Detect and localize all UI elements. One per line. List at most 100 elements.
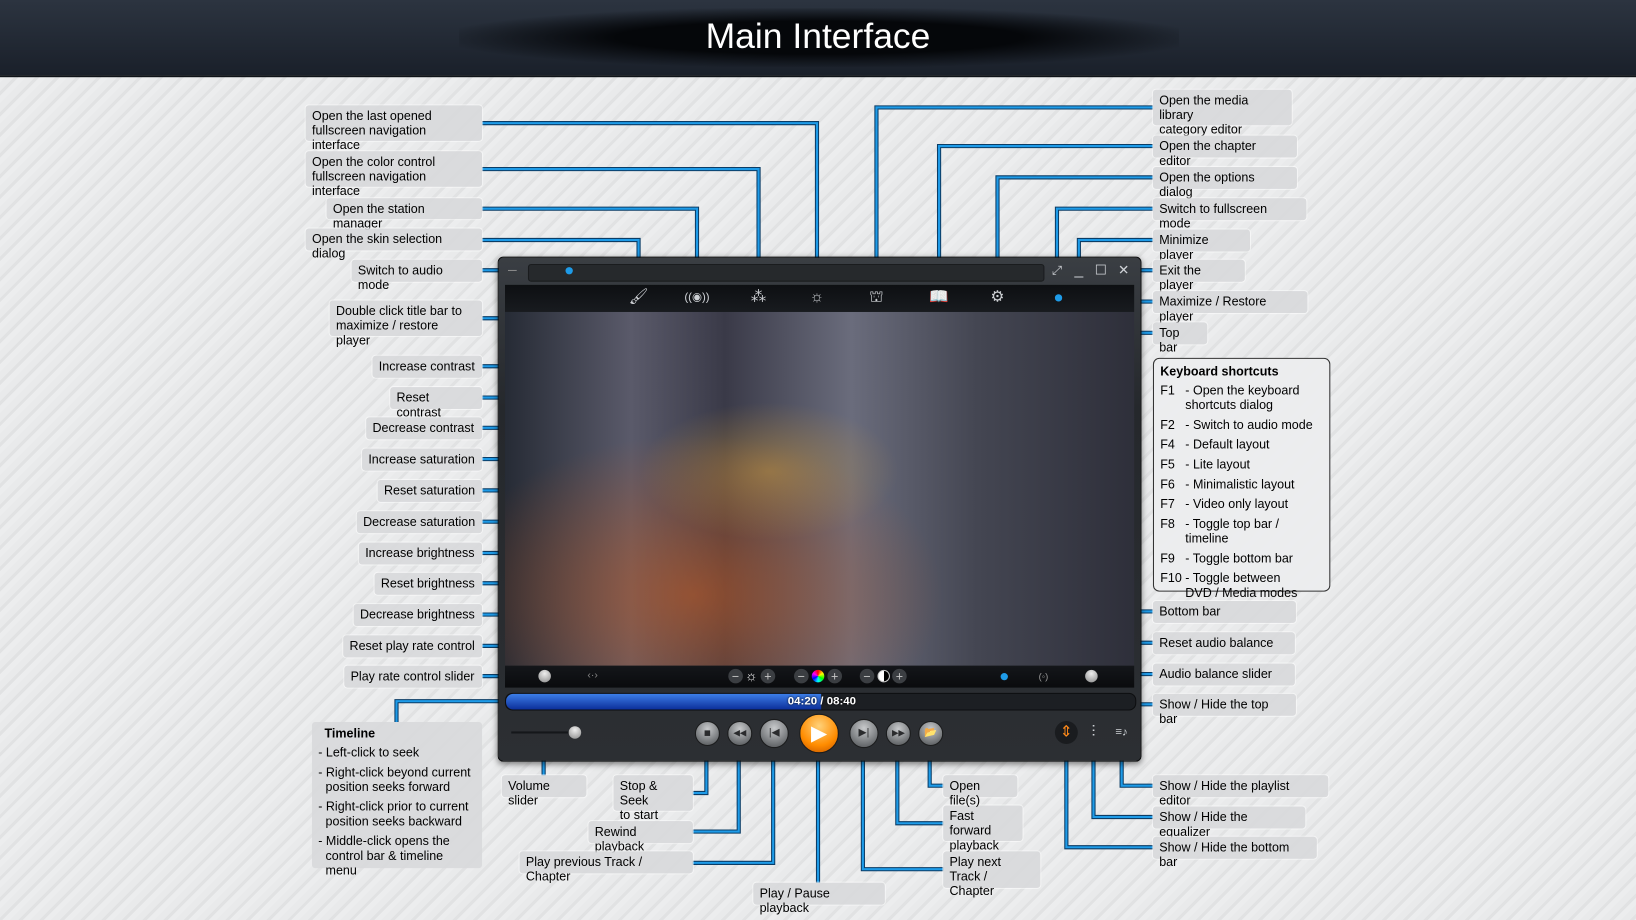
shortcut-row: F9 - Toggle bottom bar — [1160, 551, 1323, 566]
left-label: Decrease contrast — [366, 417, 483, 440]
increase-brightness-button[interactable]: + — [760, 668, 776, 684]
fast-forward-button[interactable]: ▶▶ — [885, 720, 911, 747]
decrease-saturation-button[interactable]: − — [794, 668, 809, 684]
keyboard-shortcuts-box: Keyboard shortcuts F1 - Open the keyboard… — [1152, 357, 1331, 600]
left-label: Reset play rate control — [343, 635, 483, 658]
shortcut-key: F4 — [1160, 437, 1175, 452]
right-label: Bottom bar — [1152, 600, 1296, 623]
shortcut-desc: - Lite layout — [1185, 457, 1251, 472]
right-label: Audio balance slider — [1152, 663, 1295, 686]
right-label: Open the options dialog — [1152, 166, 1297, 199]
shortcut-key: F1 — [1160, 382, 1175, 398]
playlist-icon[interactable]: ≡♪ — [1110, 724, 1133, 741]
right-label: Open the chapter editor — [1152, 135, 1297, 168]
reset-saturation-icon[interactable] — [811, 669, 825, 683]
left-label: Decrease brightness — [353, 604, 483, 627]
rewind-button[interactable]: ◀◀ — [727, 720, 753, 747]
library-icon[interactable]: ⛫ — [865, 289, 888, 306]
play-pause-button[interactable]: ▶ — [799, 713, 839, 754]
left-label: Reset contrast — [390, 387, 483, 419]
title-bar[interactable] — [527, 263, 1045, 282]
video-area[interactable] — [505, 311, 1135, 666]
shortcut-row: F5 - Lite layout — [1160, 457, 1323, 472]
left-label: Decrease saturation — [356, 511, 483, 534]
station-icon[interactable]: ((◉)) — [678, 289, 716, 306]
timeline-progress — [506, 693, 821, 710]
minimize-icon[interactable]: _ — [1067, 261, 1090, 279]
open-files-button[interactable]: 📂 — [918, 720, 944, 747]
pointer-dot — [1054, 293, 1062, 302]
close-icon[interactable]: ✕ — [1112, 262, 1135, 279]
play-rate-slider[interactable] — [538, 669, 551, 683]
shortcut-desc: - Toggle top bar / timeline — [1185, 516, 1280, 546]
shortcut-key: F10 — [1160, 570, 1182, 586]
fullscreen-icon[interactable]: ⤢ — [1045, 262, 1068, 279]
shortcut-key: F7 — [1160, 496, 1175, 512]
timeline-tip: - Right-click beyond current position se… — [318, 764, 471, 795]
reset-play-rate-icon[interactable]: ‹·› — [581, 668, 604, 685]
shortcut-desc: - Toggle between DVD / Media modes — [1185, 570, 1298, 600]
previous-button[interactable]: |◀ — [759, 718, 789, 749]
reset-brightness-icon[interactable]: ☼ — [740, 668, 763, 685]
timeline-tip: - Left-click to seek — [318, 744, 420, 760]
reset-contrast-icon[interactable] — [877, 669, 891, 683]
shortcut-row: F10- Toggle between DVD / Media modes — [1160, 571, 1323, 600]
maximize-icon[interactable]: ☐ — [1089, 262, 1112, 279]
right-label: Reset audio balance — [1152, 632, 1295, 655]
bottom-label: Play / Pause playback — [753, 882, 885, 915]
next-button[interactable]: ▶| — [849, 718, 879, 749]
timeline[interactable]: 04:20 / 08:40 — [505, 692, 1137, 711]
bottom-label: Stop & Seek to start — [613, 775, 693, 822]
reset-audio-balance-icon[interactable]: (◦) — [1032, 668, 1055, 685]
shortcut-desc: - Toggle bottom bar — [1185, 550, 1293, 566]
increase-contrast-button[interactable]: + — [892, 668, 907, 684]
left-label: Open the last opened fullscreen navigati… — [305, 105, 483, 152]
timeline-info-box: Timeline - Left-click to seek - Right-cli… — [311, 722, 483, 877]
brush-icon[interactable]: 🖌 — [627, 289, 650, 306]
bottom-label: Volume slider — [501, 775, 587, 808]
shortcut-desc: - Switch to audio mode — [1185, 417, 1313, 432]
keyboard-title: Keyboard shortcuts — [1160, 364, 1279, 379]
right-label: Show / Hide the bottom bar — [1152, 836, 1317, 869]
shortcut-desc: - Video only layout — [1185, 496, 1289, 512]
shortcut-desc: - Default layout — [1185, 437, 1270, 452]
chapter-book-icon[interactable]: 📖 — [928, 289, 951, 306]
shortcut-row: F8 - Toggle top bar / timeline — [1160, 516, 1323, 545]
pointer-dot — [1000, 672, 1008, 680]
shortcut-row: F4 - Default layout — [1160, 437, 1323, 452]
right-label: Show / Hide the playlist editor — [1152, 775, 1329, 808]
volume-slider-track[interactable] — [511, 731, 574, 734]
toggle-top-bar-icon[interactable]: ⇕ — [1054, 720, 1078, 744]
right-label: Show / Hide the equalizer — [1152, 806, 1306, 839]
right-label: Open the media library category editor — [1152, 89, 1292, 137]
timeline-tip: - Right-click prior to current position … — [318, 799, 469, 829]
navigation-icon[interactable]: ☼ — [806, 289, 829, 306]
audio-mode-button[interactable]: – — [501, 261, 524, 279]
equalizer-icon[interactable]: ⫶ — [1082, 724, 1105, 741]
left-label: Reset brightness — [374, 572, 483, 595]
increase-saturation-button[interactable]: + — [827, 668, 843, 684]
timeline-tip: - Middle-click opens the control bar & t… — [318, 833, 450, 878]
diagram: Main Interface 04:20 / 08:40 – ⤢ _ ☐ ✕ 🖌 ((◉))… — [0, 0, 1636, 920]
pointer-dot — [565, 266, 573, 274]
bottom-label: Rewind playback — [588, 821, 693, 854]
shortcut-key: F2 — [1160, 417, 1175, 432]
decrease-contrast-button[interactable]: − — [859, 668, 875, 684]
shortcut-row: F7 - Video only layout — [1160, 497, 1323, 512]
left-label: Open the station manager — [326, 198, 483, 231]
gear-icon[interactable]: ⚙ — [986, 289, 1009, 306]
bottom-label: Play next Track / Chapter — [943, 851, 1041, 898]
shortcut-key: F9 — [1160, 550, 1175, 566]
left-label: Increase saturation — [362, 448, 483, 471]
left-label: Open the skin selection dialog — [305, 228, 483, 261]
volume-slider[interactable] — [568, 726, 582, 739]
left-label: Increase brightness — [358, 542, 483, 565]
shortcut-row: F1 - Open the keyboard shortcuts dialog — [1160, 383, 1323, 412]
stop-button[interactable]: ■ — [694, 720, 720, 747]
audio-balance-slider[interactable] — [1085, 669, 1098, 683]
left-label: Open the color control fullscreen naviga… — [305, 151, 483, 198]
color-circles-icon[interactable]: ⁂ — [747, 289, 770, 306]
shortcut-row: F6 - Minimalistic layout — [1160, 477, 1323, 492]
bottom-label: Play previous Track / Chapter — [519, 851, 693, 884]
shortcut-desc: - Minimalistic layout — [1185, 476, 1295, 492]
